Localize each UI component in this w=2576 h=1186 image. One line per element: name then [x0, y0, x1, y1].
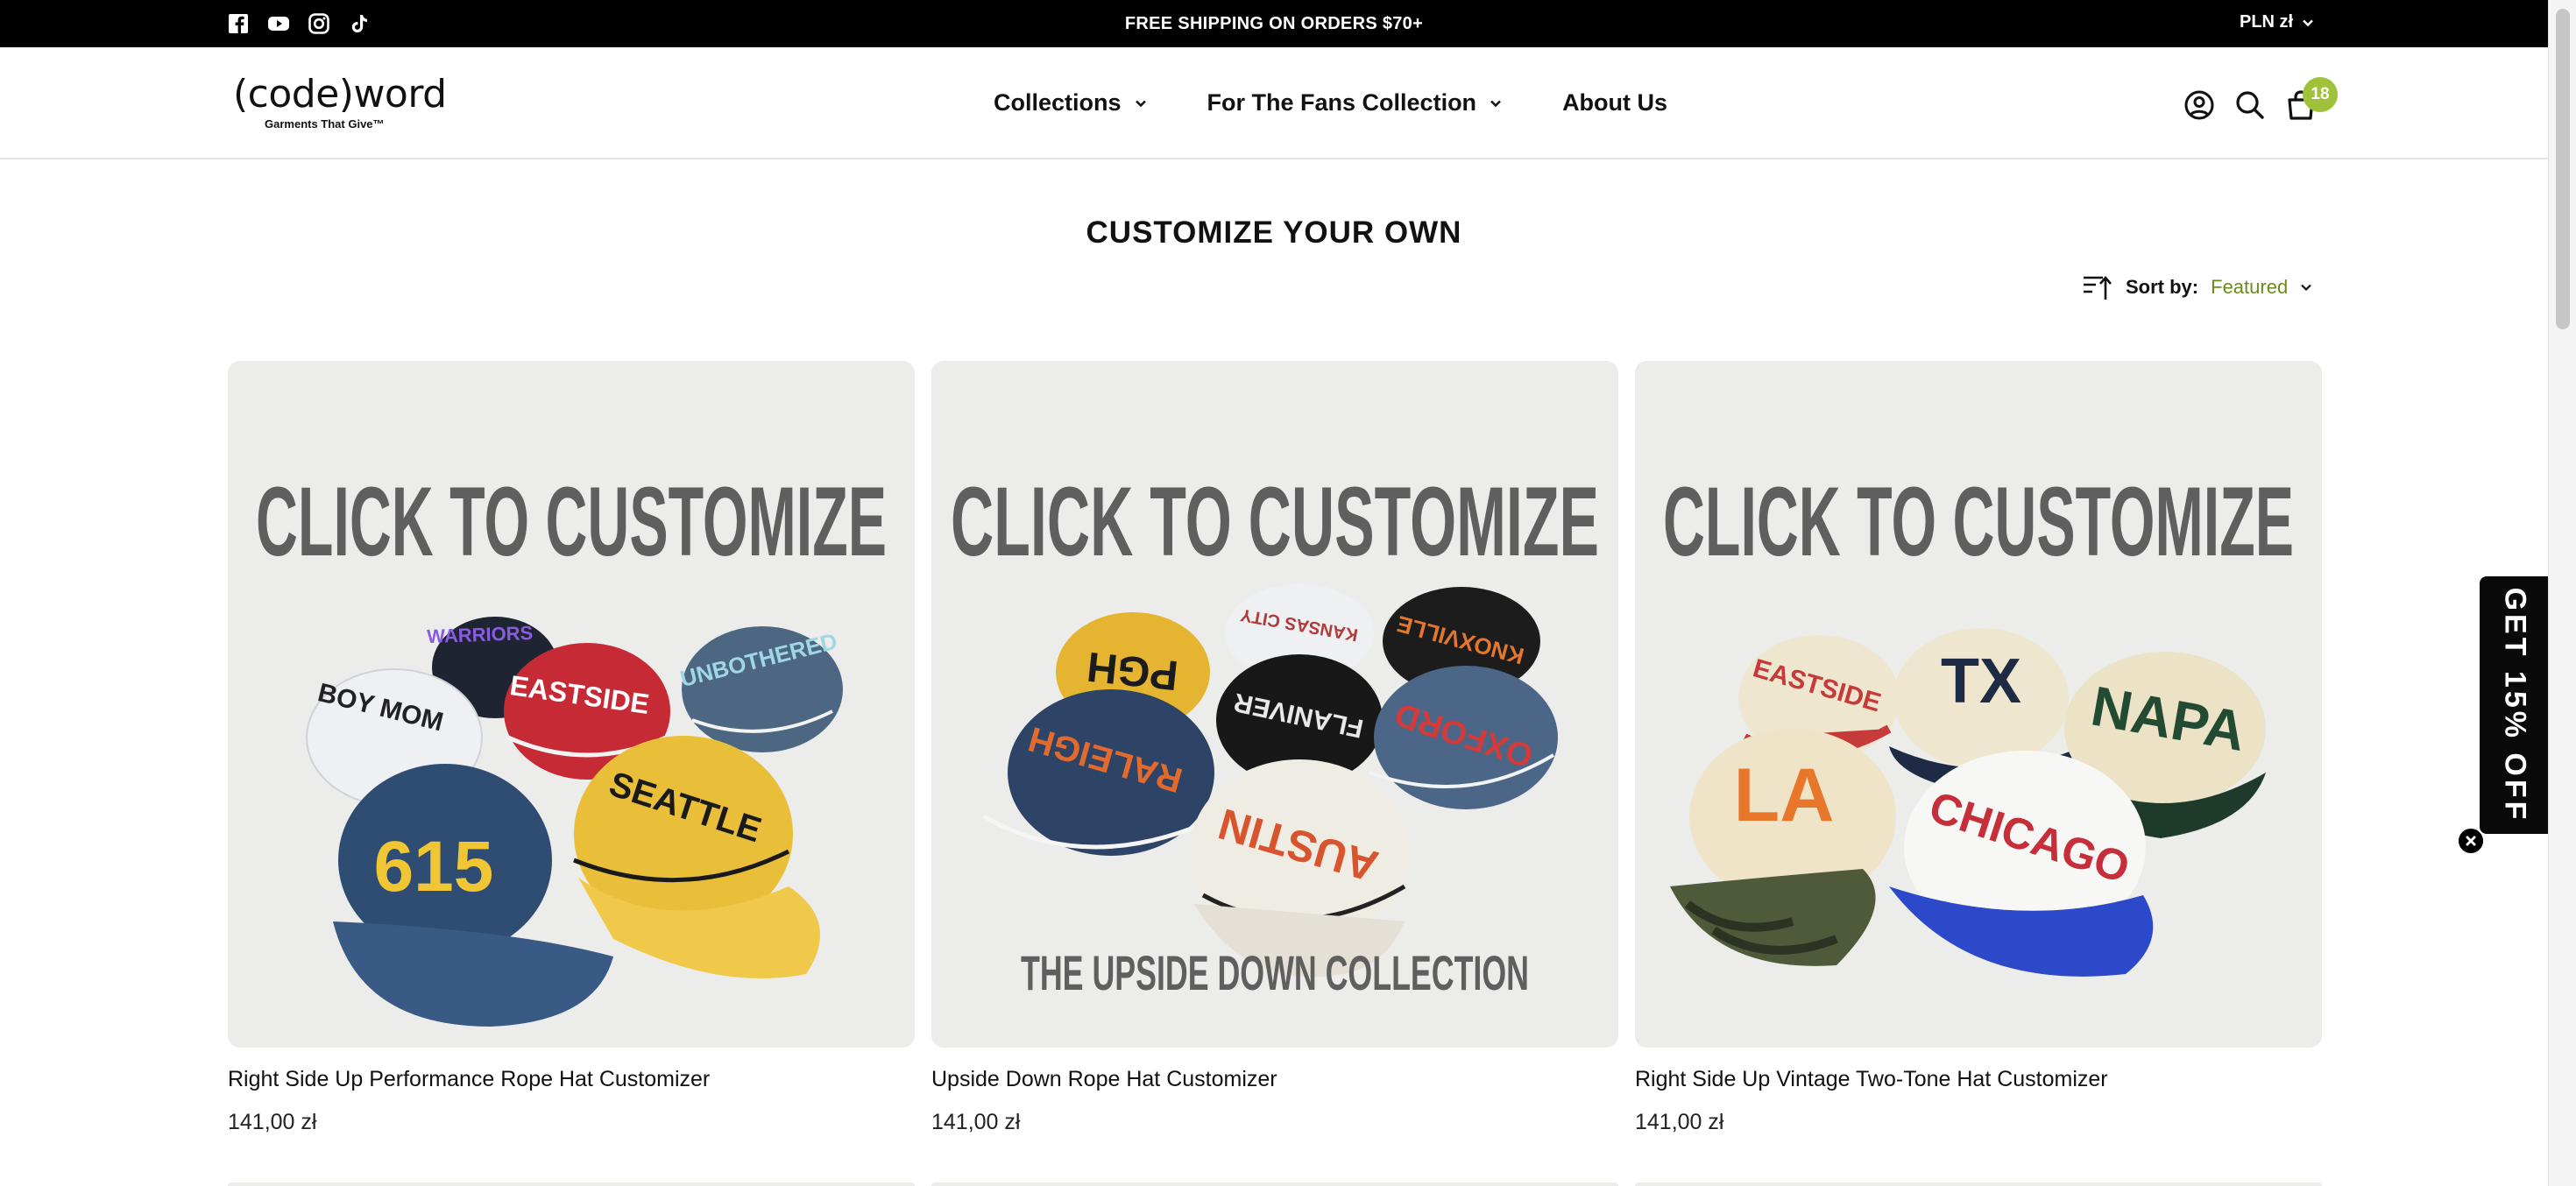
product-card-peek[interactable] — [228, 1182, 915, 1186]
image-footer: THE UPSIDE DOWN COLLECTION — [1021, 945, 1529, 1000]
product-card-peek[interactable] — [931, 1182, 1618, 1186]
hat-text: WARRIORS — [427, 622, 534, 647]
page-title: CUSTOMIZE YOUR OWN — [1086, 215, 1462, 250]
logo-tagline: Garments That Give™ — [265, 117, 385, 131]
product-name[interactable]: Upside Down Rope Hat Customizer — [931, 1067, 1618, 1092]
cart-count-badge: 18 — [2303, 77, 2338, 112]
product-image-graphic: CLICK TO CUSTOMIZE PGH KANSAS CITY KNOXV… — [931, 361, 1618, 1048]
announcement-bar: FREE SHIPPING ON ORDERS $70+ PLN zł — [0, 0, 2548, 47]
hat-text: TX — [1941, 646, 2021, 717]
search-icon[interactable] — [2233, 88, 2268, 123]
header-actions: 18 — [2182, 77, 2357, 133]
product-image[interactable]: CLICK TO CUSTOMIZE PGH KANSAS CITY KNOXV… — [931, 361, 1618, 1048]
nav-for-the-fans-collection[interactable]: For The Fans Collection — [1207, 89, 1504, 116]
product-name[interactable]: Right Side Up Performance Rope Hat Custo… — [228, 1067, 915, 1092]
hat-text: LA — [1734, 753, 1835, 837]
scrollbar-thumb[interactable] — [2556, 9, 2570, 329]
nav-collections[interactable]: Collections — [994, 89, 1148, 116]
close-icon[interactable] — [2457, 827, 2485, 855]
discount-popup-tab[interactable]: GET 15% OFF — [2480, 576, 2550, 834]
site-header: (code)word Garments That Give™ Collectio… — [0, 47, 2548, 159]
announcement-text: FREE SHIPPING ON ORDERS $70+ — [1124, 14, 1424, 33]
site-logo[interactable]: (code)word Garments That Give™ — [233, 72, 447, 131]
nav-label: For The Fans Collection — [1207, 89, 1477, 116]
chevron-down-icon — [1490, 100, 1501, 107]
product-image[interactable]: CLICK TO CUSTOMIZE EASTSIDE TX NAPA LA C… — [1635, 361, 2322, 1048]
product-card-peek[interactable] — [1635, 1182, 2322, 1186]
product-card[interactable]: CLICK TO CUSTOMIZE EASTSIDE TX NAPA LA C… — [1635, 361, 2322, 1135]
chevron-down-icon — [2301, 284, 2311, 292]
product-name[interactable]: Right Side Up Vintage Two-Tone Hat Custo… — [1635, 1067, 2322, 1092]
currency-selector[interactable]: PLN zł — [2240, 12, 2314, 32]
currency-label: PLN zł — [2240, 12, 2294, 32]
chevron-down-icon — [2303, 19, 2313, 26]
sort-control[interactable]: Sort by: Featured — [2082, 273, 2312, 301]
image-heading: CLICK TO CUSTOMIZE — [256, 467, 887, 576]
hat-text: 615 — [374, 827, 494, 907]
sort-label: Sort by: — [2126, 276, 2199, 298]
nav-about-us[interactable]: About Us — [1562, 89, 1667, 116]
nav-label: Collections — [994, 89, 1122, 116]
nav-label: About Us — [1562, 89, 1668, 116]
product-price: 141,00 zł — [1635, 1110, 1724, 1134]
image-heading: CLICK TO CUSTOMIZE — [1663, 467, 2294, 576]
product-image-graphic: CLICK TO CUSTOMIZE WARRIORS BOY MOM EAST… — [228, 361, 915, 1048]
product-card[interactable]: CLICK TO CUSTOMIZE WARRIORS BOY MOM EAST… — [228, 361, 915, 1135]
sort-icon — [2084, 276, 2112, 300]
discount-popup-label: GET 15% OFF — [2498, 587, 2532, 823]
page: FREE SHIPPING ON ORDERS $70+ PLN zł (cod… — [0, 0, 2576, 1186]
image-heading: CLICK TO CUSTOMIZE — [951, 467, 1599, 576]
sort-value: Featured — [2211, 276, 2289, 298]
product-card[interactable]: CLICK TO CUSTOMIZE PGH KANSAS CITY KNOXV… — [931, 361, 1618, 1135]
logo-wordmark: (code)word — [233, 72, 447, 116]
product-image[interactable]: CLICK TO CUSTOMIZE WARRIORS BOY MOM EAST… — [228, 361, 915, 1048]
product-price: 141,00 zł — [228, 1110, 317, 1134]
chevron-down-icon — [1135, 100, 1146, 107]
product-image-graphic: CLICK TO CUSTOMIZE EASTSIDE TX NAPA LA C… — [1635, 361, 2322, 1048]
main-nav: Collections For The Fans Collection Abou… — [994, 89, 1667, 116]
product-price: 141,00 zł — [931, 1110, 1021, 1134]
account-icon[interactable] — [2182, 88, 2217, 123]
